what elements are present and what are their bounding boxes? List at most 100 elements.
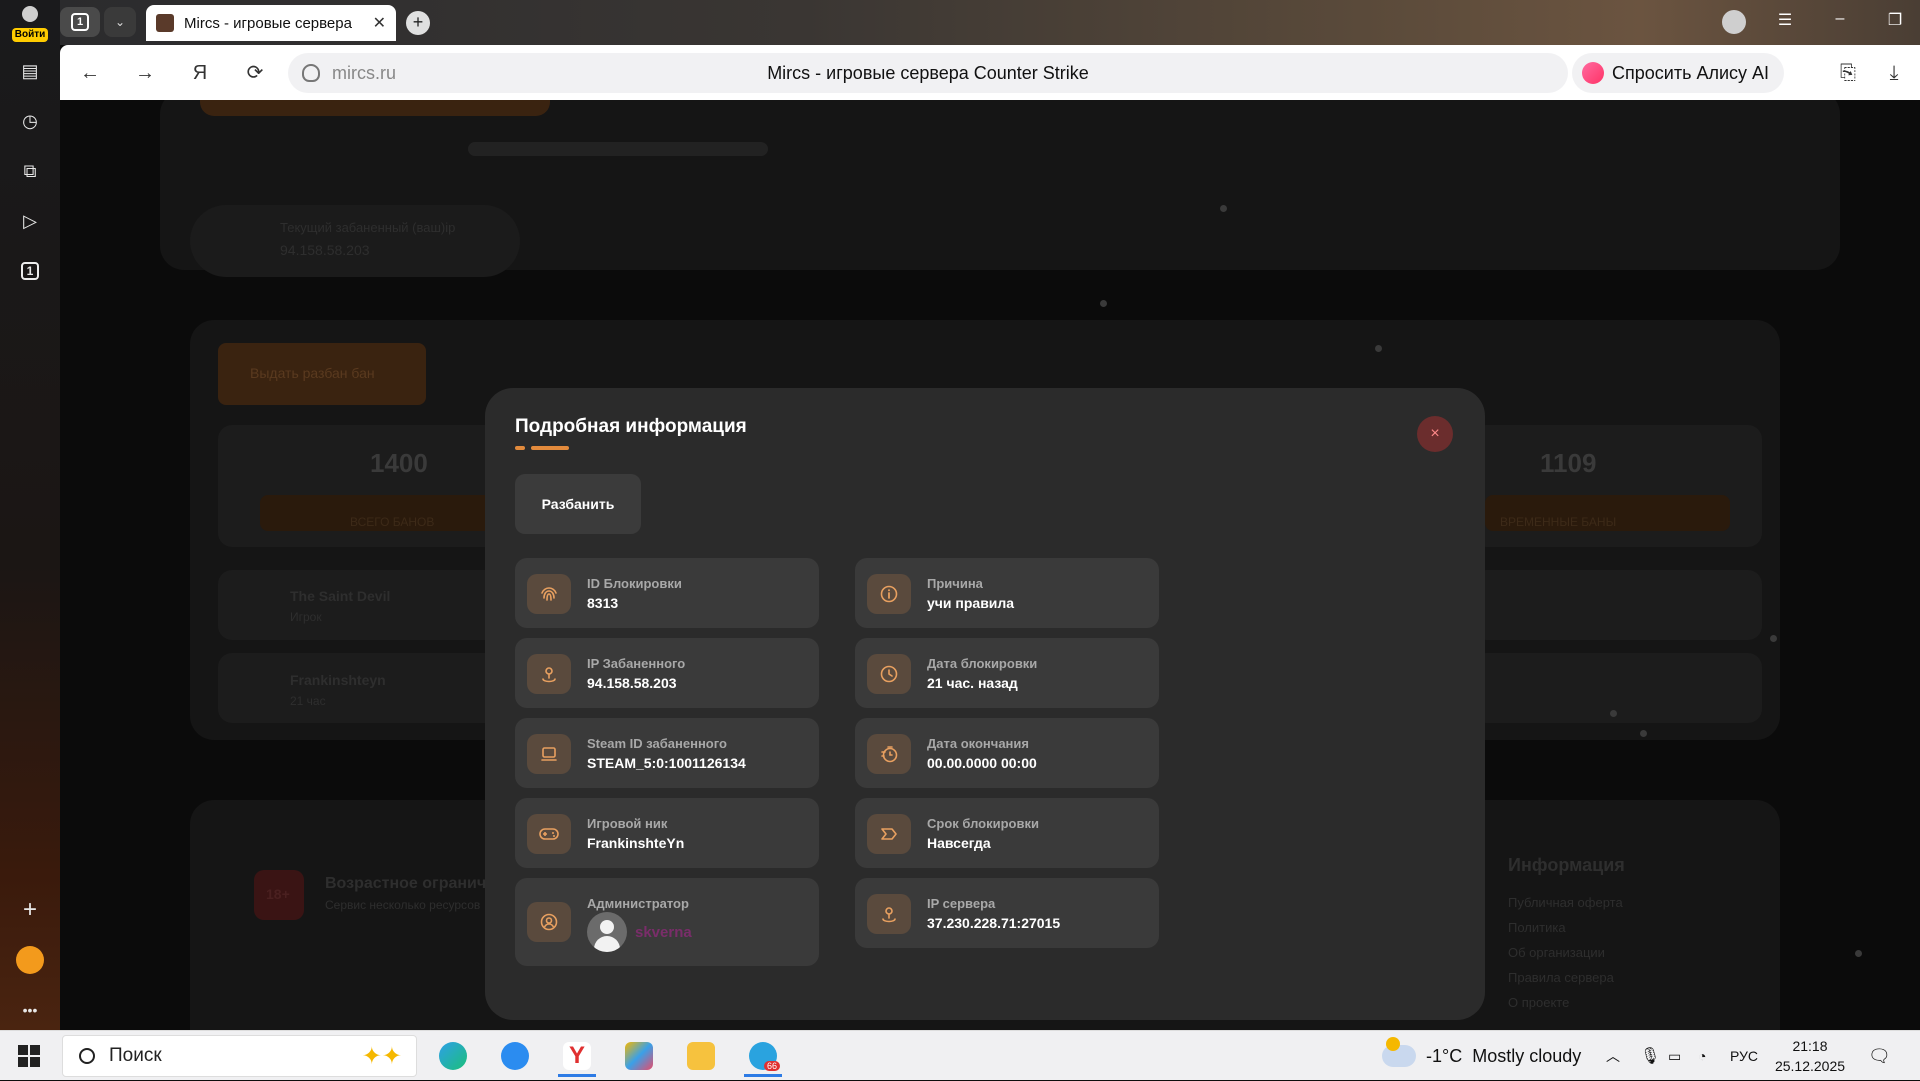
card-value: 00.00.0000 00:00 — [927, 755, 1037, 771]
laptop-icon — [527, 734, 571, 774]
restore-icon[interactable]: ❐ — [1883, 10, 1907, 30]
location-pin-icon — [527, 654, 571, 694]
history-icon[interactable]: ◷ — [15, 106, 45, 136]
card-label: Администратор — [587, 896, 689, 911]
tag-icon — [867, 814, 911, 854]
bg-action-label: Выдать разбан бан — [250, 365, 375, 381]
minimize-icon[interactable]: – — [1828, 10, 1852, 28]
extension-icon[interactable] — [1722, 10, 1746, 34]
bg-age-badge-text: 18+ — [266, 886, 290, 902]
bg-stat-right-value: 1109 — [1540, 448, 1597, 478]
admin-avatar[interactable] — [587, 912, 627, 952]
forward-icon[interactable]: → — [131, 59, 159, 87]
admin-name-link[interactable]: skverna — [635, 924, 692, 941]
more-icon[interactable]: ••• — [15, 995, 45, 1025]
bg-ip-value: 94.158.58.203 — [280, 242, 370, 258]
bg-stat-right-label: ВРЕМЕННЫЕ БАНЫ — [1500, 515, 1617, 529]
download-icon[interactable]: ⤓ — [1880, 59, 1908, 87]
bg-info-item: Политика — [1508, 920, 1566, 935]
user-icon — [22, 6, 38, 22]
bg-info-title: Информация — [1508, 855, 1625, 875]
unban-button[interactable]: Разбанить — [515, 474, 641, 534]
site-favicon — [156, 14, 174, 32]
info-card-steam-id: Steam ID забаненного STEAM_5:0:100112613… — [515, 718, 819, 788]
bg-row-1-name: The Saint Devil — [290, 588, 391, 604]
card-value: учи правила — [927, 595, 1015, 611]
clock-time: 21:18 — [1792, 1038, 1828, 1054]
weather-icon — [1382, 1037, 1416, 1067]
new-tab-button[interactable]: + — [406, 11, 430, 35]
info-card-ban-id: ID Блокировки 8313 — [515, 558, 819, 628]
bg-dot — [1855, 950, 1862, 957]
taskbar: Поиск ✦✦ Y 66 -1°C Mostly cloudy ︿ 🎙 ▭ ◔… — [0, 1030, 1920, 1080]
info-card-nickname: Игровой ник FrankinshteYn — [515, 798, 819, 868]
bg-age-sub: Сервис несколько ресурсов — [325, 898, 481, 912]
bg-dot — [1770, 635, 1777, 642]
edge-icon[interactable] — [430, 1035, 476, 1077]
windows-start-icon[interactable] — [18, 1045, 40, 1067]
card-label: IP Забаненного — [587, 656, 686, 671]
bg-dot — [1640, 730, 1647, 737]
login-label: Войти — [12, 28, 48, 42]
bg-row-2-sub: 21 час — [290, 694, 326, 708]
back-icon[interactable]: ← — [76, 59, 104, 87]
page-title: Mircs - игровые сервера Counter Strike — [767, 63, 1089, 83]
chat-app-icon[interactable] — [492, 1035, 538, 1077]
modal-title: Подробная информация — [515, 416, 747, 437]
weather-text: Mostly cloudy — [1472, 1045, 1582, 1066]
info-card-end-date: Дата окончания 00.00.0000 00:00 — [855, 718, 1159, 788]
video-icon[interactable]: ▷ — [15, 206, 45, 236]
card-value: Навсегда — [927, 835, 991, 851]
taskbar-search[interactable]: Поиск ✦✦ — [62, 1035, 417, 1077]
menu-icon[interactable]: ☰ — [1773, 10, 1797, 30]
card-label: IP сервера — [927, 896, 996, 911]
title-accent-dot — [515, 446, 525, 450]
bg-bar — [468, 142, 768, 156]
battery-icon[interactable]: ▭ — [1668, 1031, 1681, 1081]
chevron-down-icon[interactable]: ⌄ — [104, 7, 136, 37]
info-icon — [867, 574, 911, 614]
tray-chevron-icon[interactable]: ︿ — [1606, 1031, 1620, 1081]
language-indicator[interactable]: РУС — [1730, 1031, 1758, 1081]
info-card-reason: Причина учи правила — [855, 558, 1159, 628]
info-card-server-ip: IP сервера 37.230.228.71:27015 — [855, 878, 1159, 948]
close-modal-button[interactable]: × — [1417, 416, 1453, 452]
tab-count-button[interactable]: 1 — [60, 7, 100, 37]
close-tab-icon[interactable]: ✕ — [373, 13, 386, 33]
card-value: FrankinshteYn — [587, 835, 685, 851]
address-bar[interactable]: mircs.ru Mircs - игровые сервера Counter… — [288, 53, 1759, 93]
card-value: 94.158.58.203 — [587, 675, 677, 691]
reader-icon[interactable]: ⎘ — [1834, 59, 1862, 87]
microphone-icon[interactable]: 🎙 — [1640, 1031, 1660, 1081]
screenshot-icon[interactable]: ⧉ — [15, 156, 45, 186]
weather-widget[interactable]: -1°C Mostly cloudy — [1382, 1031, 1581, 1081]
add-panel-icon[interactable]: + — [15, 895, 45, 925]
active-tab[interactable]: Mircs - игровые серверa ✕ — [146, 5, 396, 41]
login-button[interactable]: Войти — [10, 4, 50, 42]
wifi-icon[interactable]: ◔ — [1698, 1031, 1706, 1081]
mail-app-icon[interactable] — [15, 945, 45, 975]
info-card-admin: Администратор skverna — [515, 878, 819, 966]
info-card-banned-ip: IP Забаненного 94.158.58.203 — [515, 638, 819, 708]
card-value: STEAM_5:0:1001126134 — [587, 755, 746, 771]
alice-button[interactable]: Спросить Алису AI — [1572, 53, 1784, 93]
tab-counter-icon[interactable]: 1 — [15, 256, 45, 286]
card-label: Дата блокировки — [927, 656, 1038, 671]
file-explorer-icon[interactable] — [678, 1035, 724, 1077]
gamepad-icon — [527, 814, 571, 854]
info-card-ban-date: Дата блокировки 21 час. назад — [855, 638, 1159, 708]
card-label: Игровой ник — [587, 816, 668, 831]
paint-icon[interactable] — [616, 1035, 662, 1077]
telegram-icon[interactable]: 66 — [740, 1035, 786, 1077]
clock-icon — [867, 654, 911, 694]
collections-icon[interactable]: ▤ — [15, 56, 45, 86]
notifications-icon[interactable]: 🗨 — [1868, 1031, 1891, 1081]
yandex-icon[interactable]: Я — [186, 59, 214, 87]
bg-stat-left-label: ВСЕГО БАНОВ — [350, 515, 435, 529]
clock[interactable]: 21:18 25.12.2025 — [1770, 1036, 1850, 1076]
card-label: Дата окончания — [927, 736, 1029, 751]
tab-strip: 1 ⌄ Mircs - игровые серверa ✕ + ☰ – ❐ ✕ — [60, 0, 1920, 45]
reload-icon[interactable]: ⟳ — [241, 59, 269, 87]
yandex-browser-icon[interactable]: Y — [554, 1035, 600, 1077]
timer-icon — [867, 734, 911, 774]
